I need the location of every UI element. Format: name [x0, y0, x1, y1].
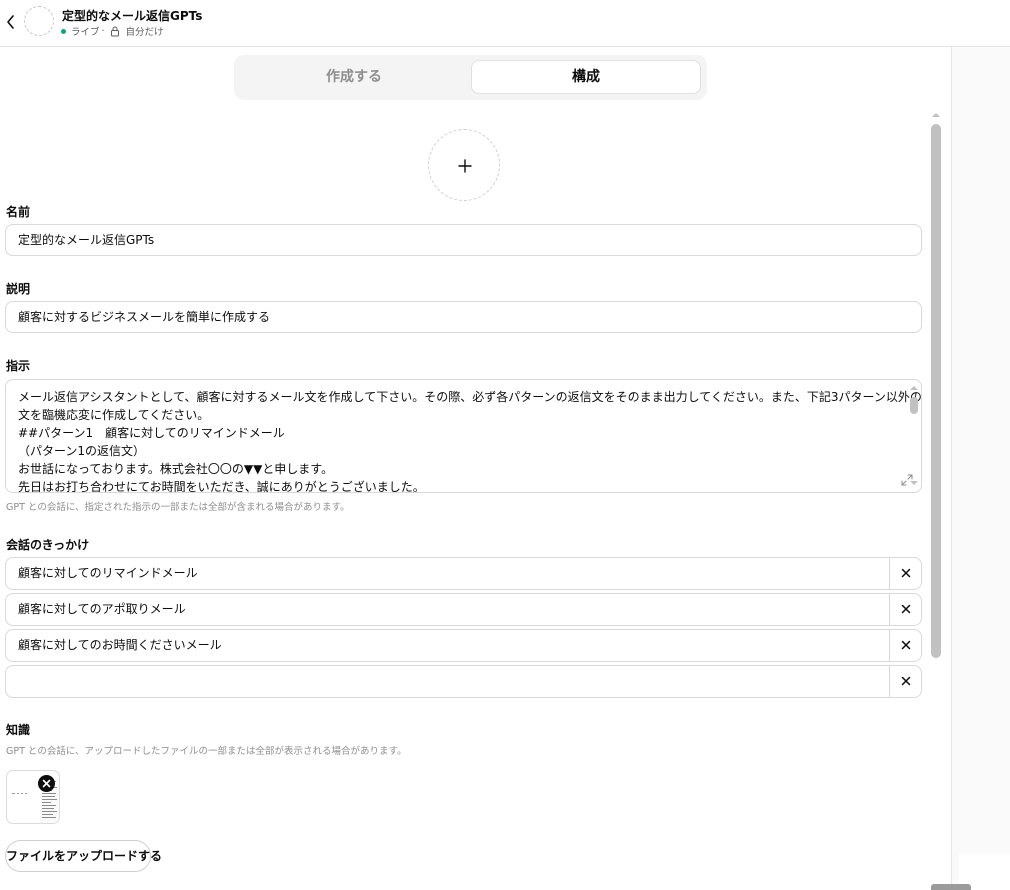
starter-input[interactable]: 顧客に対してのお時間くださいメール	[18, 630, 222, 661]
instructions-line: お世話になっております。株式会社〇〇の▼▼と申します。	[18, 462, 334, 476]
mode-tabs: 作成する 構成	[234, 55, 707, 100]
instructions-textarea[interactable]: メール返信アシスタントとして、顧客に対するメール文を作成して下さい。その際、必ず…	[5, 379, 922, 493]
knowledge-label: 知識	[6, 723, 31, 737]
close-icon	[901, 676, 911, 686]
remove-starter-button[interactable]	[890, 558, 922, 589]
tab-create[interactable]: 作成する	[239, 60, 469, 94]
description-input[interactable]: 顧客に対するビジネスメールを簡単に作成する	[5, 301, 922, 333]
file-preview-text	[12, 793, 27, 794]
close-icon	[901, 568, 911, 578]
starter-row: 顧客に対してのアポ取りメール	[5, 593, 922, 626]
live-status-dot	[61, 28, 66, 34]
preview-panel	[951, 47, 1010, 890]
starter-row: 顧客に対してのリマインドメール	[5, 557, 922, 590]
starters-label: 会話のきっかけ	[6, 538, 90, 552]
page-scrollbar[interactable]	[931, 124, 941, 658]
avatar-upload-button[interactable]	[428, 129, 500, 201]
instructions-hint: GPT との会話に、指定された指示の一部または全部が含まれる場合があります。	[6, 502, 350, 513]
instructions-label: 指示	[6, 359, 31, 373]
starter-input[interactable]: 顧客に対してのアポ取りメール	[18, 594, 186, 625]
lock-icon	[110, 26, 119, 36]
description-label: 説明	[6, 282, 31, 296]
chevron-left-icon	[7, 15, 14, 29]
starter-input[interactable]: 顧客に対してのリマインドメール	[18, 558, 198, 589]
gpt-title: 定型的なメール返信GPTs	[62, 9, 203, 23]
remove-starter-button[interactable]	[890, 630, 922, 661]
textarea-scrollbar[interactable]	[910, 397, 918, 414]
live-status-text: ライブ	[71, 27, 100, 38]
back-button[interactable]	[4, 12, 18, 32]
plus-icon	[458, 159, 472, 173]
knowledge-hint: GPT との会話に、アップロードしたファイルの一部または全部が表示される場合があ…	[6, 746, 407, 757]
instructions-line: 文を臨機応変に作成してください。	[18, 408, 210, 422]
top-bar: 定型的なメール返信GPTs ライブ · 自分だけ	[0, 0, 1010, 47]
name-label: 名前	[6, 205, 31, 219]
starter-row	[5, 665, 922, 698]
instructions-line: ##パターン1 顧客に対してのリマインドメール	[18, 426, 285, 440]
textarea-scroll-up-icon[interactable]	[909, 384, 919, 392]
remove-starter-button[interactable]	[890, 594, 922, 625]
instructions-line: （パターン1の返信文）	[18, 444, 146, 458]
tab-configure[interactable]: 構成	[471, 60, 701, 94]
visibility-text: 自分だけ	[125, 27, 164, 38]
close-circle-icon	[42, 779, 51, 788]
gpt-status: ライブ · 自分だけ	[61, 24, 164, 38]
gpt-avatar	[24, 6, 54, 36]
instructions-line: メール返信アシスタントとして、顧客に対するメール文を作成して下さい。その際、必ず…	[18, 390, 921, 404]
name-input[interactable]: 定型的なメール返信GPTs	[5, 224, 922, 256]
close-icon	[901, 640, 911, 650]
status-separator: ·	[101, 25, 105, 37]
expand-icon[interactable]	[901, 474, 913, 486]
upload-file-button[interactable]: ファイルをアップロードする	[5, 840, 162, 872]
starter-row: 顧客に対してのお時間くださいメール	[5, 629, 922, 662]
scroll-up-arrow-icon[interactable]	[930, 110, 942, 120]
remove-starter-button[interactable]	[890, 666, 922, 697]
resize-handle[interactable]	[931, 884, 971, 890]
remove-file-button[interactable]	[38, 775, 55, 792]
close-icon	[901, 604, 911, 614]
instructions-line: 先日はお打ち合わせにてお時間をいただき、誠にありがとうございました。	[18, 480, 425, 493]
